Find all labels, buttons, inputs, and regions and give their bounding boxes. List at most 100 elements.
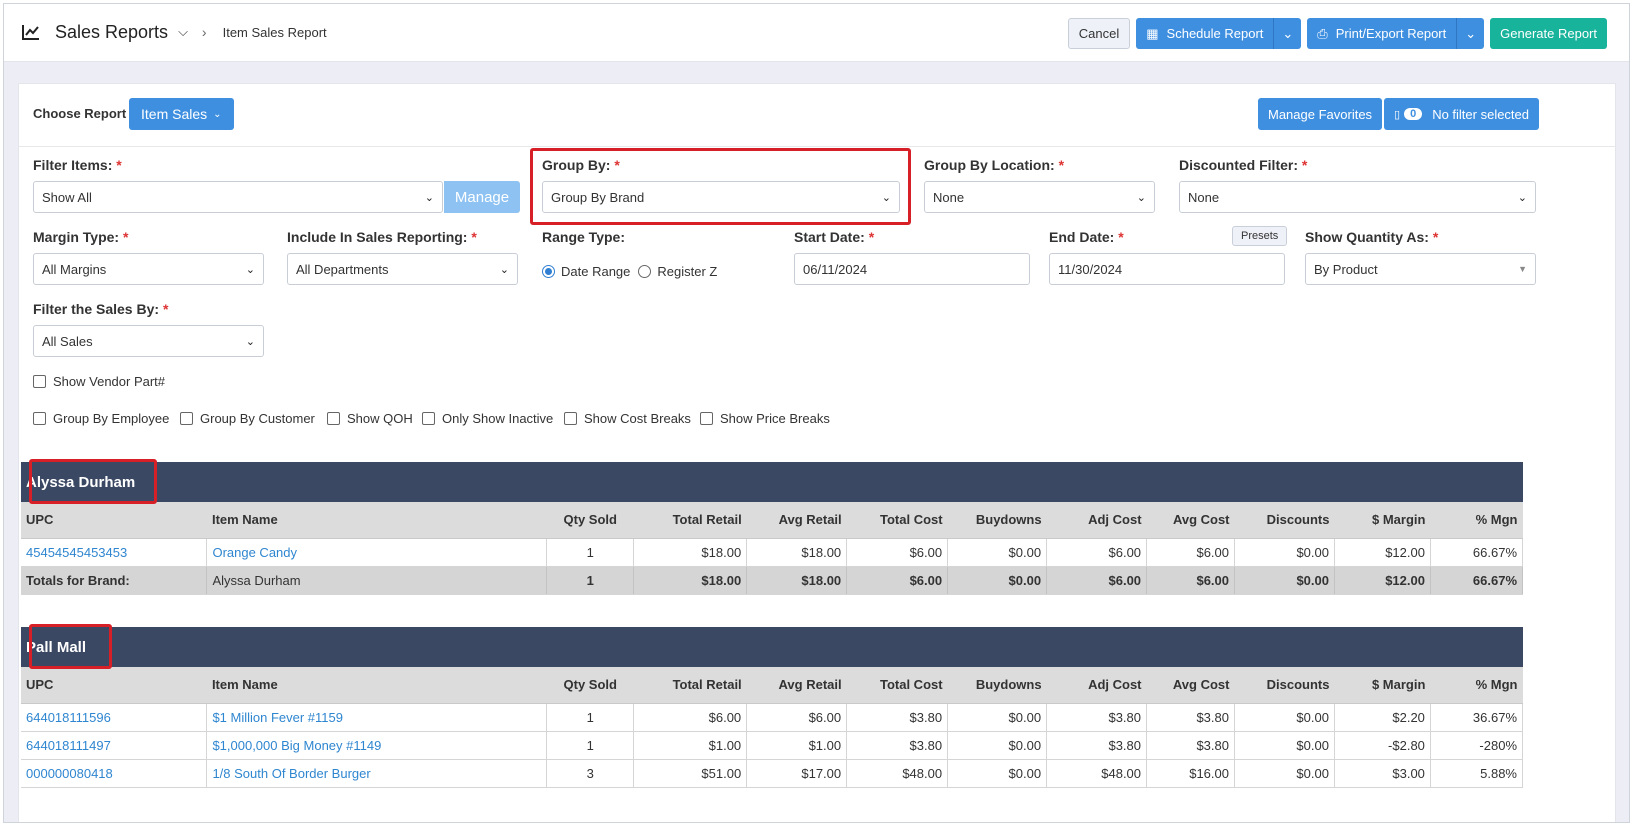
manage-button[interactable]: Manage (444, 181, 520, 213)
only-inactive-checkbox[interactable]: Only Show Inactive (422, 411, 553, 426)
totals-buydowns: $0.00 (947, 566, 1048, 595)
group-by-location-select[interactable]: None ⌄ (924, 181, 1155, 213)
print-dropdown-button[interactable]: ⌄ (1456, 18, 1485, 49)
filter-status-button[interactable]: ▯ 0 No filter selected (1384, 98, 1540, 130)
col-margin[interactable]: $ Margin (1334, 502, 1431, 539)
discounted-filter-select[interactable]: None ⌄ (1179, 181, 1536, 213)
chevron-down-icon: ⌄ (245, 264, 255, 276)
col-avg-cost[interactable]: Avg Cost (1146, 502, 1235, 539)
price-breaks-label: Show Price Breaks (720, 411, 830, 426)
col-buydowns[interactable]: Buydowns (947, 502, 1047, 539)
upc-link[interactable]: 45454545453453 (21, 538, 208, 567)
checkbox-box[interactable] (700, 412, 713, 425)
checkbox-box[interactable] (180, 412, 193, 425)
col-total-cost[interactable]: Total Cost (846, 667, 948, 704)
col-avg-retail[interactable]: Avg Retail (746, 502, 847, 539)
upc-link[interactable]: 644018111596 (21, 703, 208, 732)
adj-cost-cell: $3.80 (1046, 703, 1148, 732)
table-header-row: UPC Item Name Qty Sold Total Retail Avg … (21, 502, 1523, 539)
col-qty-sold[interactable]: Qty Sold (546, 502, 634, 539)
highlight-box (29, 624, 112, 669)
date-range-label: Date Range (561, 264, 631, 279)
filter-items-label: Filter Items: * (33, 157, 122, 173)
col-avg-retail[interactable]: Avg Retail (746, 667, 847, 704)
col-qty-sold[interactable]: Qty Sold (546, 667, 634, 704)
item-name-link[interactable]: 1/8 South Of Border Burger (206, 759, 548, 788)
group-employee-checkbox[interactable]: Group By Employee (33, 411, 169, 426)
totals-discounts: $0.00 (1234, 566, 1335, 595)
col-item-name[interactable]: Item Name (206, 502, 547, 539)
chevron-down-icon[interactable]: ⌵ (178, 24, 188, 40)
buydowns-cell: $0.00 (947, 731, 1048, 760)
show-qoh-checkbox[interactable]: Show QOH (327, 411, 413, 426)
group-customer-checkbox[interactable]: Group By Customer (180, 411, 315, 426)
chevron-down-icon: ⌄ (499, 264, 509, 276)
highlight-box (530, 148, 911, 225)
upc-link[interactable]: 644018111497 (21, 731, 208, 760)
register-z-radio[interactable] (638, 265, 652, 278)
item-name-link[interactable]: Orange Candy (206, 538, 548, 567)
schedule-report-button[interactable]: ▦ Schedule Report (1136, 18, 1274, 49)
upc-link[interactable]: 000000080418 (21, 759, 208, 788)
total-retail-cell: $18.00 (633, 538, 748, 567)
totals-margin: $12.00 (1334, 566, 1431, 595)
price-breaks-checkbox[interactable]: Show Price Breaks (700, 411, 830, 426)
col-pct-margin[interactable]: % Mgn (1430, 502, 1523, 539)
checkbox-box[interactable] (422, 412, 435, 425)
total-cost-cell: $3.80 (846, 703, 949, 732)
col-upc[interactable]: UPC (21, 667, 207, 704)
filter-items-select[interactable]: Show All ⌄ (33, 181, 443, 213)
end-date-input[interactable]: 11/30/2024 (1049, 253, 1285, 285)
col-item-name[interactable]: Item Name (206, 667, 547, 704)
col-pct-margin[interactable]: % Mgn (1430, 667, 1523, 704)
col-upc[interactable]: UPC (21, 502, 207, 539)
print-export-button[interactable]: ⎙ Print/Export Report (1307, 18, 1457, 49)
register-z-label: Register Z (657, 264, 718, 279)
start-date-input[interactable]: 06/11/2024 (794, 253, 1030, 285)
report-select-label: Item Sales (141, 106, 208, 122)
filter-sales-by-value: All Sales (42, 333, 93, 349)
margin-type-select[interactable]: All Margins ⌄ (33, 253, 264, 285)
checkbox-box[interactable] (33, 412, 46, 425)
col-buydowns[interactable]: Buydowns (947, 667, 1047, 704)
include-in-sales-value: All Departments (296, 261, 389, 277)
report-select-button[interactable]: Item Sales ⌄ (129, 98, 234, 130)
show-quantity-value: By Product (1314, 261, 1378, 277)
range-type-label: Range Type: (542, 229, 625, 245)
col-total-retail[interactable]: Total Retail (633, 502, 747, 539)
date-range-radio[interactable] (542, 265, 555, 278)
cost-breaks-checkbox[interactable]: Show Cost Breaks (564, 411, 691, 426)
checkbox-box[interactable] (564, 412, 577, 425)
pct-margin-cell: 66.67% (1430, 538, 1524, 567)
filter-sales-by-select[interactable]: All Sales ⌄ (33, 325, 264, 357)
divider (19, 146, 1615, 147)
margin-cell: $12.00 (1334, 538, 1431, 567)
show-quantity-label: Show Quantity As: * (1305, 229, 1439, 245)
include-in-sales-select[interactable]: All Departments ⌄ (287, 253, 518, 285)
generate-report-button[interactable]: Generate Report (1490, 18, 1607, 49)
checkbox-box[interactable] (327, 412, 340, 425)
table-row: 644018111497 $1,000,000 Big Money #1149 … (21, 731, 1524, 760)
col-discounts[interactable]: Discounts (1234, 502, 1335, 539)
col-discounts[interactable]: Discounts (1234, 667, 1335, 704)
schedule-dropdown-button[interactable]: ⌄ (1273, 18, 1302, 49)
presets-button[interactable]: Presets (1232, 226, 1288, 246)
item-name-link[interactable]: $1,000,000 Big Money #1149 (206, 731, 548, 760)
cancel-button[interactable]: Cancel (1067, 18, 1131, 49)
total-cost-cell: $48.00 (846, 759, 949, 788)
show-quantity-select[interactable]: By Product ▼ (1305, 253, 1536, 285)
col-total-cost[interactable]: Total Cost (846, 502, 948, 539)
chevron-right-icon: › (201, 24, 207, 40)
manage-favorites-button[interactable]: Manage Favorites (1258, 98, 1383, 130)
item-name-link[interactable]: $1 Million Fever #1159 (206, 703, 548, 732)
col-margin[interactable]: $ Margin (1334, 667, 1431, 704)
vendor-part-checkbox[interactable]: Show Vendor Part# (33, 374, 165, 389)
col-adj-cost[interactable]: Adj Cost (1046, 502, 1147, 539)
col-total-retail[interactable]: Total Retail (633, 667, 747, 704)
qty-cell: 3 (546, 759, 635, 788)
checkbox-box[interactable] (33, 375, 46, 388)
col-adj-cost[interactable]: Adj Cost (1046, 667, 1147, 704)
show-qoh-label: Show QOH (347, 411, 413, 426)
col-avg-cost[interactable]: Avg Cost (1146, 667, 1235, 704)
margin-type-label: Margin Type: * (33, 229, 129, 245)
